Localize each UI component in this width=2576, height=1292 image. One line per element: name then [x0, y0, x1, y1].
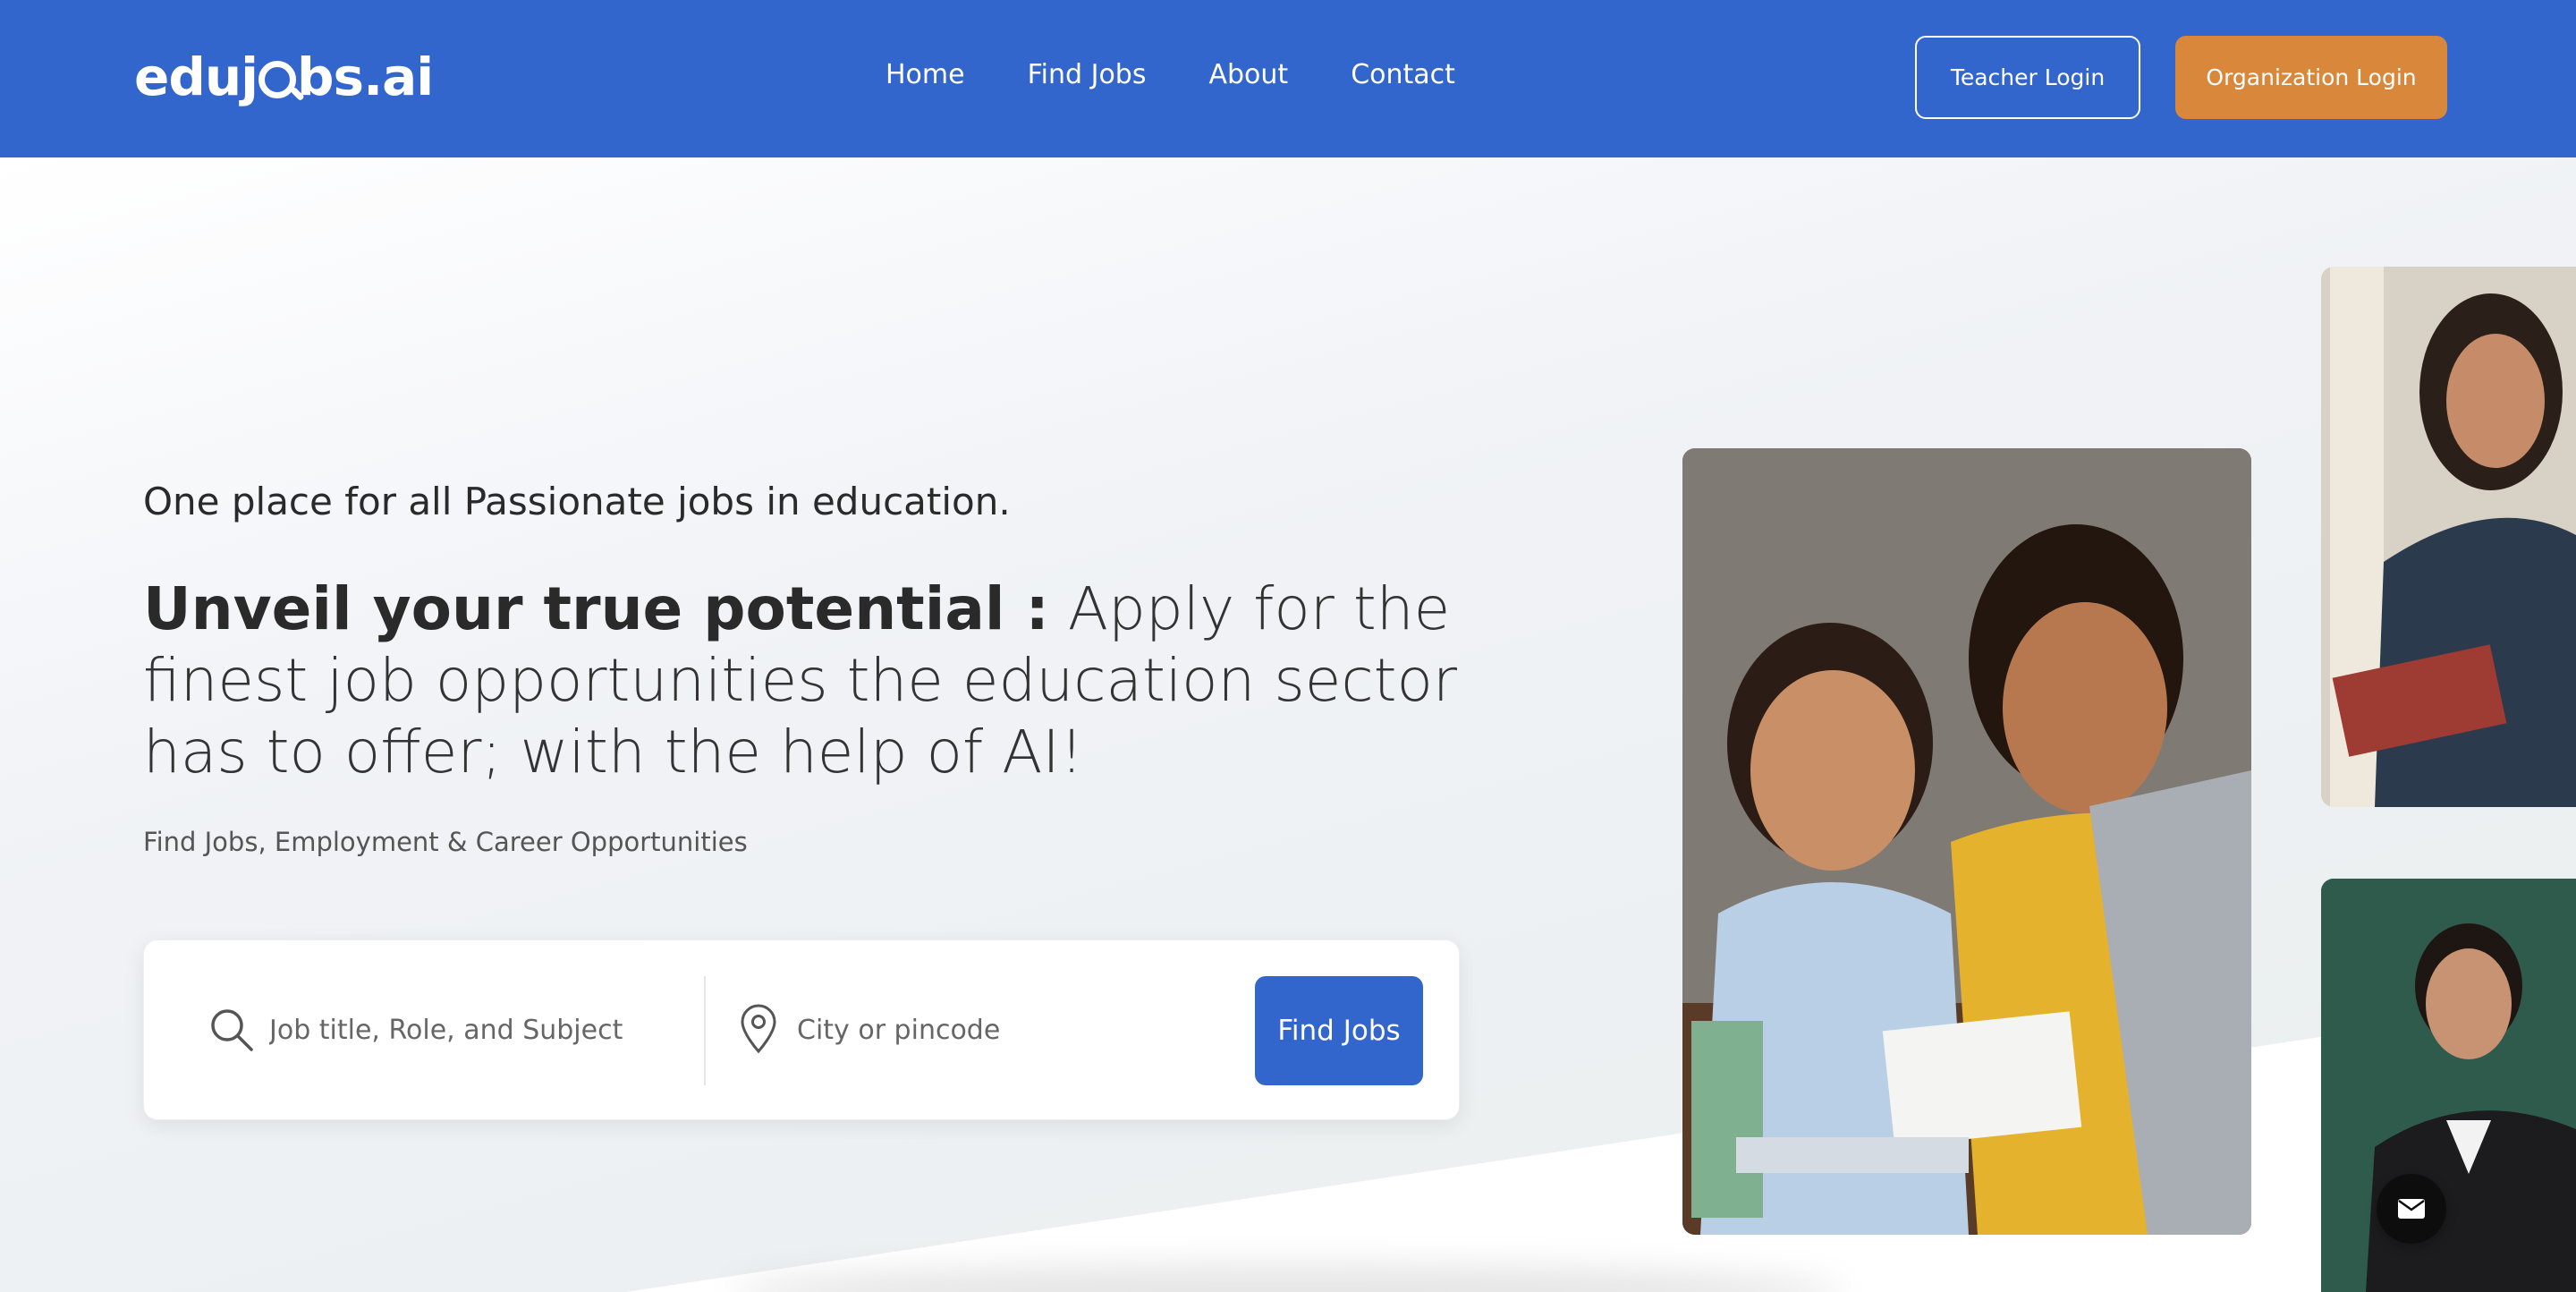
nav-link-about[interactable]: About [1208, 59, 1288, 90]
hero-section: One place for all Passionate jobs in edu… [0, 157, 2576, 1292]
logo[interactable]: eduj bs.ai [134, 47, 434, 107]
photo-illustration-board [2321, 879, 2576, 1292]
search-icon [211, 1009, 253, 1051]
hero-headline: Unveil your true potential : Apply for t… [143, 574, 1538, 788]
photo-illustration-main [1682, 448, 2251, 1235]
teacher-login-button[interactable]: Teacher Login [1915, 36, 2140, 119]
city-pincode-input[interactable] [797, 1005, 1208, 1055]
job-search-bar: Find Jobs [143, 939, 1460, 1120]
hero-subtext: Find Jobs, Employment & Career Opportuni… [143, 827, 748, 857]
photo-illustration-teacher [2321, 267, 2576, 807]
nav-links: Home Find Jobs About Contact [886, 59, 1455, 90]
hero-tagline: One place for all Passionate jobs in edu… [143, 480, 1011, 523]
nav-link-contact[interactable]: Contact [1351, 59, 1455, 90]
location-pin-icon [741, 1004, 776, 1054]
find-jobs-button[interactable]: Find Jobs [1255, 976, 1423, 1085]
side-photo-teacher-at-chalkboard [2321, 879, 2576, 1292]
mail-icon [2398, 1199, 2425, 1219]
job-title-input[interactable] [269, 1005, 699, 1055]
logo-magnifier-icon [258, 61, 297, 98]
hero-photo-teacher-and-student [1682, 448, 2251, 1235]
nav-link-home[interactable]: Home [886, 59, 965, 90]
logo-text-end: bs.ai [297, 47, 434, 107]
top-navbar: eduj bs.ai Home Find Jobs About Contact T… [0, 0, 2576, 157]
contact-mail-button[interactable] [2377, 1174, 2446, 1244]
search-divider [704, 976, 706, 1085]
nav-link-find-jobs[interactable]: Find Jobs [1028, 59, 1147, 90]
side-photo-teacher-with-book [2321, 267, 2576, 807]
headline-bold: Unveil your true potential : [143, 574, 1049, 643]
logo-text-start: eduj [134, 47, 258, 107]
organization-login-button[interactable]: Organization Login [2175, 36, 2447, 119]
